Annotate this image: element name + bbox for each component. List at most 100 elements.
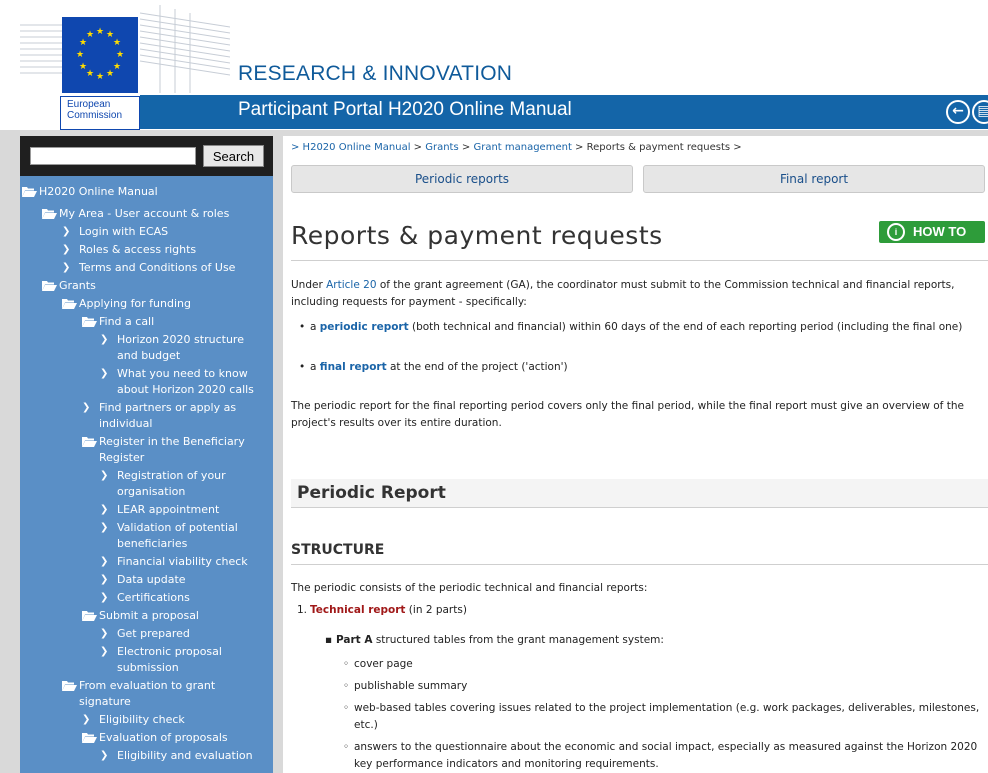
tab-periodic-reports[interactable]: Periodic reports — [291, 165, 633, 193]
chevron-right-icon: ❯ — [100, 470, 109, 481]
folder-open-icon — [62, 680, 77, 692]
chevron-right-icon: ❯ — [100, 504, 109, 515]
sidebar-nav-item[interactable]: From evaluation to grant signature — [20, 678, 273, 710]
sidebar-nav-label: Grants — [59, 279, 96, 292]
folder-open-icon — [82, 316, 97, 328]
tab-final-report[interactable]: Final report — [643, 165, 985, 193]
list-item: ◦ publishable summary — [335, 678, 985, 695]
sidebar-nav-item[interactable]: ❯ Certifications — [20, 590, 273, 606]
folder-open-icon — [22, 186, 37, 198]
sidebar-nav-label: Applying for funding — [79, 297, 191, 310]
breadcrumb-link[interactable]: > H2020 Online Manual — [291, 142, 410, 153]
breadcrumb-link[interactable]: Grants — [425, 142, 458, 153]
paragraph: The periodic consists of the periodic te… — [291, 582, 648, 594]
folder-open-icon — [82, 732, 97, 744]
sidebar-nav-label: Financial viability check — [117, 555, 248, 568]
howto-button[interactable]: i HOW TO — [879, 221, 985, 243]
sidebar-nav-item[interactable]: ❯ Find partners or apply as individual — [20, 400, 273, 432]
sidebar-nav-item[interactable]: ❯ Terms and Conditions of Use — [20, 260, 273, 276]
sidebar-nav-label: Roles & access rights — [79, 243, 197, 256]
sidebar-nav-item[interactable]: ❯ Horizon 2020 structure and budget — [20, 332, 273, 364]
list-number: 1. — [297, 604, 308, 616]
sidebar-nav-label: Certifications — [117, 591, 190, 604]
list-text: (in 2 parts) — [405, 604, 467, 616]
logo-line-2: Commission — [67, 110, 123, 121]
sidebar-nav-item[interactable]: ❯ Login with ECAS — [20, 224, 273, 240]
sidebar-nav-item[interactable]: ❯ Eligibility and evaluation — [20, 748, 273, 764]
sidebar-nav-item[interactable]: ❯ LEAR appointment — [20, 502, 273, 518]
sidebar-nav-item[interactable]: Grants — [20, 278, 273, 294]
main-content: > H2020 Online Manual > Grants > Grant m… — [283, 136, 988, 773]
section-title: Periodic Report — [297, 483, 446, 503]
sidebar-nav-item[interactable]: ❯ Validation of potential beneficiaries — [20, 520, 273, 552]
sidebar-nav-item[interactable]: Applying for funding — [20, 296, 273, 312]
sidebar-nav-item[interactable]: H2020 Online Manual — [20, 184, 273, 200]
back-icon[interactable]: ← — [946, 100, 970, 124]
chevron-right-icon: ❯ — [100, 368, 109, 379]
sidebar-nav-item[interactable]: Submit a proposal — [20, 608, 273, 624]
sidebar-nav-item[interactable]: ❯ Data update — [20, 572, 273, 588]
sidebar-nav-item[interactable]: ❯ What you need to know about Horizon 202… — [20, 366, 273, 398]
sidebar-nav-label: Eligibility and evaluation — [117, 749, 253, 762]
list-item: ◦ web-based tables covering issues relate… — [335, 700, 985, 734]
sidebar-nav-label: Electronic proposal submission — [117, 645, 222, 674]
list-text: structured tables from the grant managem… — [372, 634, 664, 646]
list-item: 1. Technical report (in 2 parts) — [291, 602, 985, 619]
chevron-right-icon: ❯ — [100, 628, 109, 639]
folder-open-icon — [42, 280, 57, 292]
portal-title[interactable]: Participant Portal H2020 Online Manual — [238, 99, 572, 121]
paragraph: The periodic report for the final report… — [291, 400, 964, 429]
technical-report-link[interactable]: Technical report — [310, 604, 405, 616]
breadcrumb-separator: > — [410, 142, 426, 153]
sidebar-nav-item[interactable]: ❯ Financial viability check — [20, 554, 273, 570]
chevron-right-icon: ❯ — [100, 522, 109, 533]
list-text: publishable summary — [354, 680, 468, 692]
svg-text:★: ★ — [86, 30, 94, 40]
sidebar-nav-item[interactable]: Evaluation of proposals — [20, 730, 273, 746]
article-20-link[interactable]: Article 20 — [326, 279, 376, 291]
breadcrumb-separator: > — [458, 142, 474, 153]
howto-label: HOW TO — [913, 224, 967, 239]
list-text: (both technical and financial) within 60… — [408, 321, 963, 333]
final-report-link[interactable]: final report — [320, 361, 387, 373]
sidebar-nav-item[interactable]: ❯ Get prepared — [20, 626, 273, 642]
sidebar-nav-label: From evaluation to grant signature — [79, 679, 216, 708]
list-text: at the end of the project ('action') — [386, 361, 568, 373]
info-icon: i — [887, 223, 905, 241]
sidebar-nav-item[interactable]: ❯ Eligibility check — [20, 712, 273, 728]
sidebar-nav-label: Get prepared — [117, 627, 190, 640]
chevron-right-icon: ❯ — [62, 262, 71, 273]
search-input[interactable] — [30, 147, 196, 165]
sidebar-nav-label: My Area - User account & roles — [59, 207, 230, 220]
intro-paragraph: Under Article 20 of the grant agreement … — [291, 277, 985, 311]
sidebar-nav-item[interactable]: Register in the Beneficiary Register — [20, 434, 273, 466]
breadcrumb-link[interactable]: Grant management — [473, 142, 571, 153]
sidebar-nav-label: Register in the Beneficiary Register — [99, 435, 245, 464]
page-title: Reports & payment requests — [291, 221, 663, 250]
list-item: ◦ answers to the questionnaire about the … — [335, 739, 985, 773]
sidebar-nav-item[interactable]: Find a call — [20, 314, 273, 330]
search-button[interactable]: Search — [203, 145, 264, 167]
list-text: a — [310, 321, 320, 333]
bullet-square: ▪ — [325, 634, 333, 646]
site-title[interactable]: RESEARCH & INNOVATION — [238, 62, 512, 86]
chevron-right-icon: ❯ — [82, 402, 91, 413]
sidebar-nav-item[interactable]: ❯ Electronic proposal submission — [20, 644, 273, 676]
chevron-right-icon: ❯ — [82, 714, 91, 725]
svg-text:★: ★ — [79, 62, 87, 72]
bullet-circle: ◦ — [343, 741, 350, 753]
list-text: web-based tables covering issues related… — [354, 702, 980, 731]
list-text: cover page — [354, 658, 413, 670]
svg-text:★: ★ — [96, 72, 104, 82]
svg-text:★: ★ — [113, 62, 121, 72]
list-item: ◦ cover page — [335, 656, 985, 673]
periodic-report-link[interactable]: periodic report — [320, 321, 409, 333]
chevron-right-icon: ❯ — [100, 750, 109, 761]
sidebar-nav-item[interactable]: ❯ Roles & access rights — [20, 242, 273, 258]
sidebar-nav-item[interactable]: ❯ Registration of your organisation — [20, 468, 273, 500]
site-header: ★ ★ ★ ★ ★ ★ ★ ★ ★ ★ ★ ★ European Commission RESE… — [0, 0, 988, 130]
breadcrumb-current: > Reports & payment requests > — [571, 142, 742, 153]
bullet-dot: • — [299, 321, 306, 333]
sidebar-nav-label: Registration of your organisation — [117, 469, 226, 498]
sidebar-nav-item[interactable]: My Area - User account & roles — [20, 206, 273, 222]
